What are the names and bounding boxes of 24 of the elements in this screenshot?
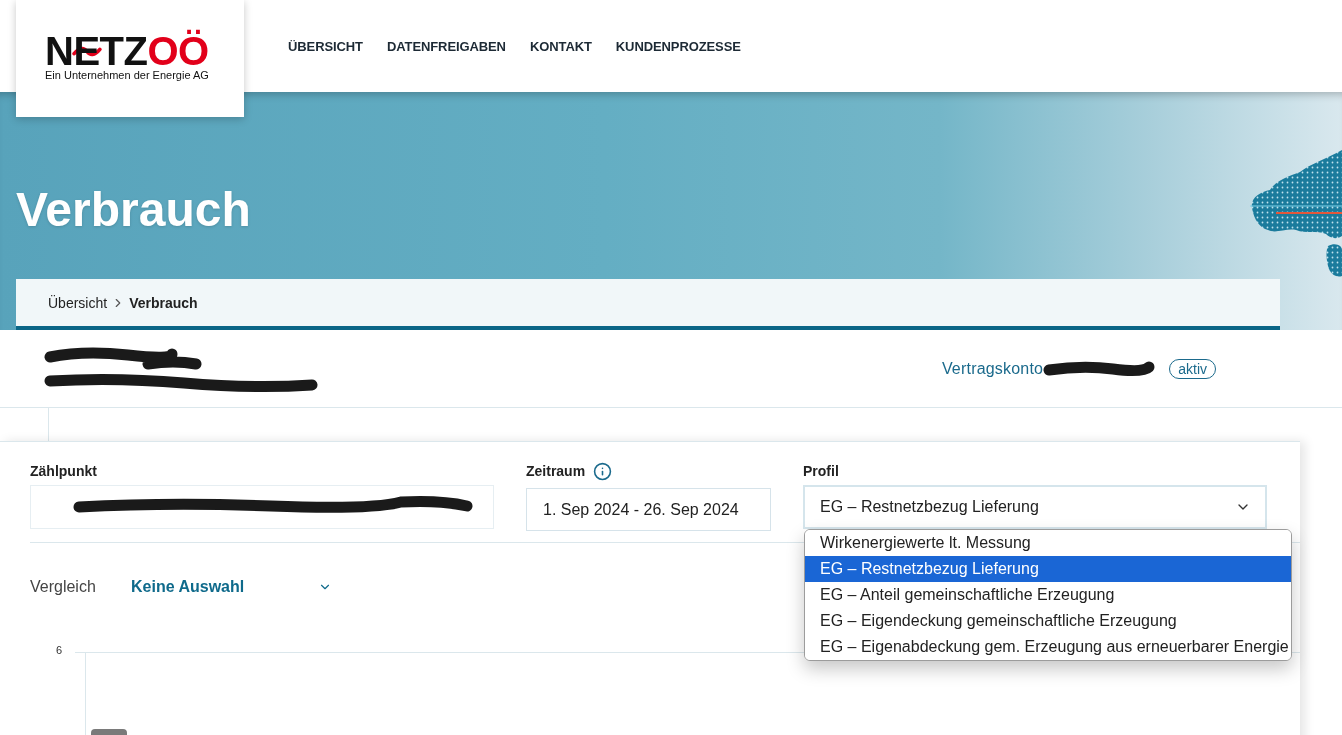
dropdown-option[interactable]: EG – Eigenabdeckung gem. Erzeugung aus erneuerbarer Energie	[805, 634, 1291, 660]
info-icon[interactable]	[593, 461, 613, 481]
nav-link[interactable]: DATENFREIGABEN	[386, 38, 506, 54]
dropdown-option[interactable]: EG – Anteil gemeinschaftliche Erzeugung	[805, 582, 1291, 608]
account-label: Vertragskonto	[941, 359, 1044, 378]
date-range-field[interactable]: 1. Sep 2024 - 26. Sep 2024	[526, 488, 771, 531]
comparison-label: Vergleich	[30, 578, 97, 596]
field-label: Profil	[803, 462, 839, 480]
dropdown-option[interactable]: EG – Eigendeckung gemeinschaftliche Erzeugung	[805, 608, 1291, 634]
nav-link[interactable]: KUNDENPROZESSE	[615, 38, 741, 54]
profile-select[interactable]: EG – Restnetzbezug Lieferung	[803, 485, 1267, 529]
field-label: Zeitraum	[526, 462, 586, 480]
comparison-select[interactable]: Keine Auswahl	[131, 572, 332, 602]
nav-link[interactable]: ÜBERSICHT	[288, 38, 363, 54]
logo-card[interactable]: NETZOÖ Ein Unternehmen der Energie AG	[16, 0, 244, 117]
dropdown-option[interactable]: Wirkenergiewerte lt. Messung	[805, 530, 1291, 556]
nav-link[interactable]: KONTAKT	[529, 38, 592, 54]
axis-tick-label: 6	[55, 644, 62, 656]
meter-point-field[interactable]	[30, 485, 494, 529]
breadcrumb-link[interactable]: Verbrauch	[129, 294, 198, 311]
breadcrumb-link[interactable]: Übersicht	[48, 294, 108, 311]
dropdown-option[interactable]: EG – Restnetzbezug Lieferung	[805, 556, 1291, 582]
page-title: Verbrauch	[16, 182, 251, 238]
field-label: Zählpunkt	[30, 462, 97, 480]
